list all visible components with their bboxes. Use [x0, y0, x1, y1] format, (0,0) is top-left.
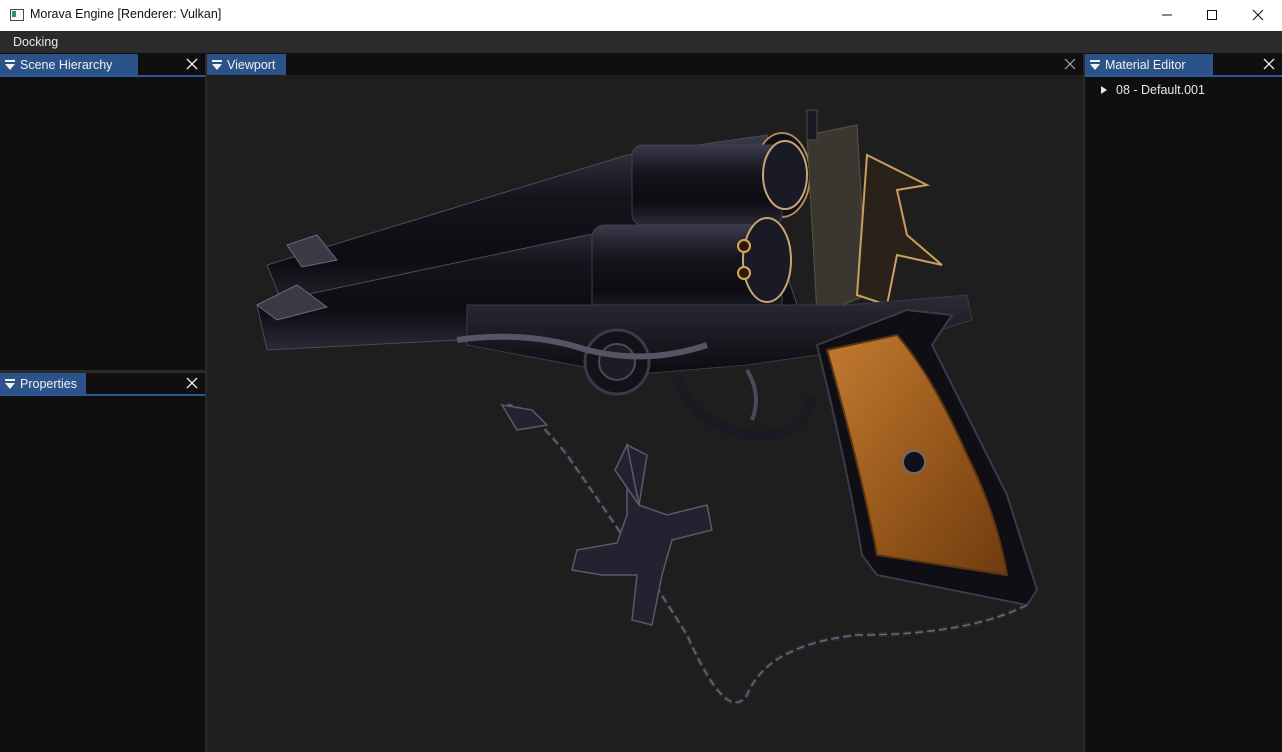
tab-properties[interactable]: Properties	[0, 373, 86, 394]
app-icon	[10, 9, 24, 21]
material-name: 08 - Default.001	[1116, 83, 1205, 97]
panel-close-icon[interactable]	[1063, 57, 1077, 71]
title-bar[interactable]: Morava Engine [Renderer: Vulkan]	[0, 0, 1282, 32]
panel-close-icon[interactable]	[1262, 57, 1276, 71]
panel-header: Scene Hierarchy	[0, 54, 205, 77]
close-icon	[1252, 9, 1264, 21]
tab-label: Scene Hierarchy	[20, 57, 113, 72]
minimize-button[interactable]	[1144, 0, 1190, 30]
menu-docking[interactable]: Docking	[13, 35, 58, 49]
panel-menu-icon[interactable]	[0, 373, 20, 394]
panel-menu-icon[interactable]	[0, 54, 20, 75]
viewport-panel-header: Viewport	[207, 54, 1083, 77]
viewport-canvas[interactable]	[207, 75, 1083, 752]
tab-label: Viewport	[227, 57, 276, 72]
revolver-model	[256, 109, 1039, 705]
properties-panel: Properties	[0, 373, 205, 752]
panel-menu-icon[interactable]	[1085, 54, 1105, 75]
window-title: Morava Engine [Renderer: Vulkan]	[30, 7, 222, 21]
scene-hierarchy-panel: Scene Hierarchy	[0, 54, 205, 370]
material-editor-panel: Material Editor 08 - Default.001	[1085, 54, 1282, 752]
tab-material-editor[interactable]: Material Editor	[1085, 54, 1213, 75]
panel-header: Properties	[0, 373, 205, 396]
panel-close-icon[interactable]	[185, 57, 199, 71]
panel-header: Viewport	[207, 54, 1083, 77]
panel-header: Material Editor	[1085, 54, 1282, 77]
menu-bar: Docking	[0, 31, 1282, 53]
minimize-icon	[1162, 14, 1172, 16]
tree-expand-icon[interactable]	[1101, 86, 1107, 94]
maximize-icon	[1207, 10, 1217, 20]
tab-label: Material Editor	[1105, 57, 1186, 72]
maximize-button[interactable]	[1189, 0, 1235, 30]
app-window: Morava Engine [Renderer: Vulkan] Docking…	[0, 0, 1282, 752]
panel-close-icon[interactable]	[185, 376, 199, 390]
close-button[interactable]	[1235, 0, 1281, 30]
tab-viewport[interactable]: Viewport	[207, 54, 286, 75]
panel-menu-icon[interactable]	[207, 54, 227, 75]
material-tree-item[interactable]: 08 - Default.001	[1101, 83, 1205, 97]
tab-scene-hierarchy[interactable]: Scene Hierarchy	[0, 54, 138, 75]
tab-label: Properties	[20, 376, 77, 391]
